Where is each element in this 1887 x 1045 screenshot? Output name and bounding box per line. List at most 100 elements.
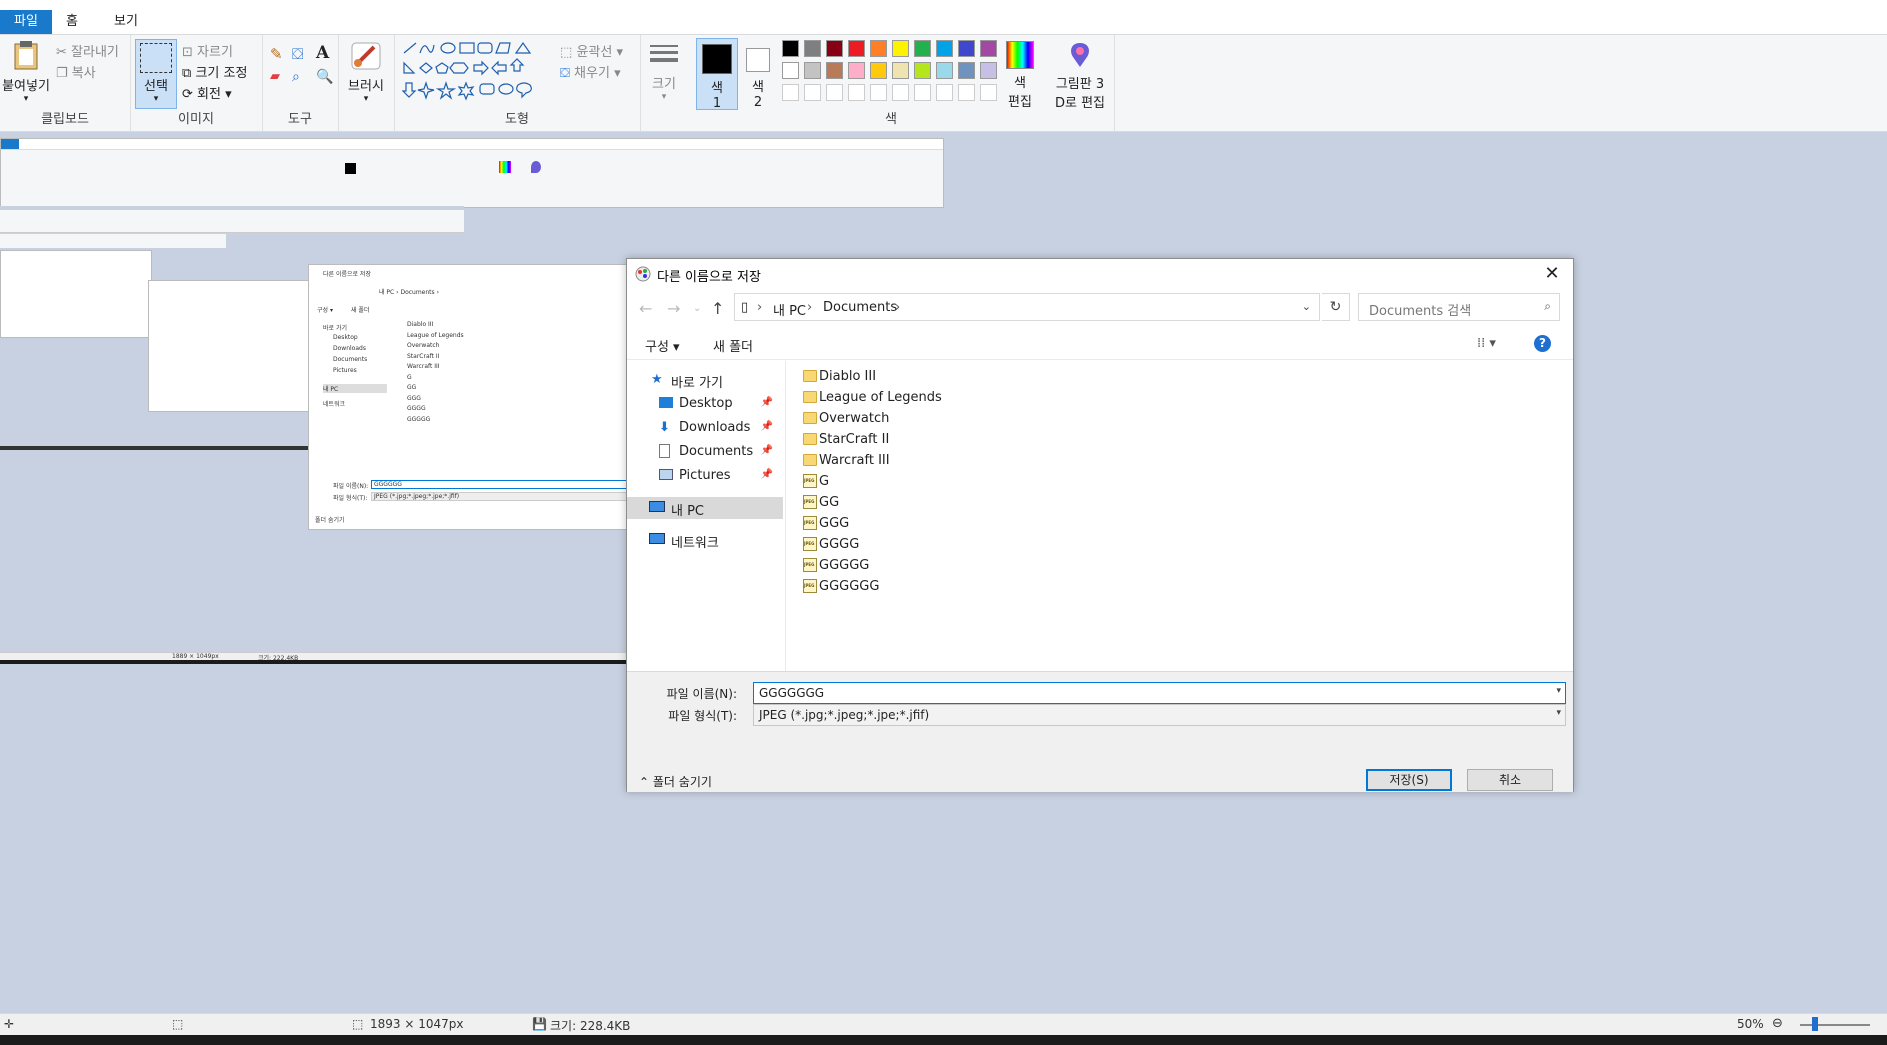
pin-icon[interactable]: 📌 xyxy=(761,397,773,408)
view-options-button[interactable]: ⁞⁞ ▾ xyxy=(1477,336,1496,351)
fill-button[interactable]: ⛋ 채우기 ▾ xyxy=(560,62,621,81)
palette-swatch[interactable] xyxy=(958,62,975,79)
zoom-slider[interactable] xyxy=(1800,1024,1870,1026)
crop-label: 자르기 xyxy=(197,45,233,60)
shapes-gallery[interactable] xyxy=(402,41,552,103)
palette-swatch[interactable] xyxy=(914,62,931,79)
copy-button[interactable]: ❐ 복사 xyxy=(56,62,96,81)
palette-swatch[interactable] xyxy=(936,40,953,57)
custom-color-swatch[interactable] xyxy=(892,84,909,101)
star-icon: ★ xyxy=(651,372,663,387)
hide-folders-button[interactable]: ⌃ 폴더 숨기기 xyxy=(639,773,712,790)
tab-view[interactable]: 보기 xyxy=(100,10,152,34)
nav-label: Desktop xyxy=(679,396,733,411)
rotate-button[interactable]: ⟳ 회전 ▾ xyxy=(182,83,232,102)
pin-icon[interactable]: 📌 xyxy=(761,445,773,456)
dialog-title-bar[interactable]: 다른 이름으로 저장 ✕ xyxy=(627,259,1573,289)
pencil-icon[interactable]: ✎ xyxy=(270,45,283,63)
brushes-button[interactable]: 브러시 ▾ xyxy=(346,41,386,104)
nav-desktop[interactable]: Desktop 📌 xyxy=(627,393,783,415)
filename-input[interactable]: GGGGGGG ▾ xyxy=(753,682,1566,704)
custom-color-swatch[interactable] xyxy=(936,84,953,101)
custom-color-swatch[interactable] xyxy=(826,84,843,101)
edit-colors-button[interactable]: 색 편집 xyxy=(1004,41,1036,110)
palette-swatch[interactable] xyxy=(980,40,997,57)
chevron-down-icon[interactable]: ▾ xyxy=(1556,686,1561,696)
nav-label: 바로 가기 xyxy=(671,376,723,391)
eraser-icon[interactable]: ▰ xyxy=(270,69,280,84)
custom-color-swatch[interactable] xyxy=(848,84,865,101)
color1-button[interactable]: 색 1 xyxy=(696,38,738,111)
custom-color-swatch[interactable] xyxy=(958,84,975,101)
resize-button[interactable]: ⧉ 크기 조정 xyxy=(182,62,247,81)
zoom-out-icon[interactable]: ⊖ xyxy=(1772,1016,1783,1031)
cancel-button[interactable]: 취소 xyxy=(1467,769,1553,791)
zoom-slider-thumb[interactable] xyxy=(1812,1017,1818,1031)
select-button[interactable]: 선택 ▾ xyxy=(135,39,177,109)
new-folder-button[interactable]: 새 폴더 xyxy=(713,336,753,355)
refresh-button[interactable]: ↻ xyxy=(1322,293,1350,321)
palette-swatch[interactable] xyxy=(936,62,953,79)
nav-quick-access[interactable]: ★ 바로 가기 xyxy=(627,369,783,391)
palette-swatch[interactable] xyxy=(782,62,799,79)
color2-button[interactable]: 색 2 xyxy=(740,38,776,110)
nav-downloads[interactable]: ⬇ Downloads 📌 xyxy=(627,417,783,439)
breadcrumb-my-pc[interactable]: 내 PC xyxy=(773,300,806,319)
filetype-select[interactable]: JPEG (*.jpg;*.jpeg;*.jpe;*.jfif) ▾ xyxy=(753,704,1566,726)
crop-button[interactable]: ⊡ 자르기 xyxy=(182,41,233,60)
tab-home[interactable]: 홈 xyxy=(52,10,92,34)
address-bar[interactable]: ▯ › 내 PC › Documents › ⌄ xyxy=(734,293,1320,321)
fill-bucket-icon[interactable]: ⛋ xyxy=(292,45,303,63)
custom-color-swatch[interactable] xyxy=(914,84,931,101)
palette-swatch[interactable] xyxy=(826,40,843,57)
pin-icon[interactable]: 📌 xyxy=(761,469,773,480)
custom-color-swatch[interactable] xyxy=(782,84,799,101)
save-button[interactable]: 저장(S) xyxy=(1366,769,1452,791)
custom-color-swatch[interactable] xyxy=(980,84,997,101)
up-arrow-icon[interactable]: ↑ xyxy=(711,299,724,318)
address-dropdown-icon[interactable]: ⌄ xyxy=(1302,300,1311,313)
search-placeholder: Documents 검색 xyxy=(1369,304,1472,319)
palette-swatch[interactable] xyxy=(914,40,931,57)
nav-pictures[interactable]: Pictures 📌 xyxy=(627,465,783,487)
text-icon[interactable]: A xyxy=(316,43,329,63)
organize-button[interactable]: 구성 ▾ xyxy=(645,336,680,355)
custom-color-swatch[interactable] xyxy=(804,84,821,101)
paste-button[interactable]: 붙여넣기 ▾ xyxy=(0,39,52,104)
search-box[interactable]: Documents 검색 ⌕ xyxy=(1358,293,1560,321)
help-icon[interactable]: ? xyxy=(1534,335,1551,352)
palette-swatch[interactable] xyxy=(804,40,821,57)
palette-swatch[interactable] xyxy=(848,62,865,79)
palette-swatch[interactable] xyxy=(848,40,865,57)
pin-icon[interactable]: 📌 xyxy=(761,421,773,432)
magnifier-icon[interactable]: 🔍 xyxy=(316,69,333,85)
tab-file[interactable]: 파일 xyxy=(0,10,52,34)
palette-swatch[interactable] xyxy=(892,40,909,57)
palette-swatch[interactable] xyxy=(870,40,887,57)
back-arrow-icon[interactable]: ← xyxy=(639,299,652,318)
palette-swatch[interactable] xyxy=(826,62,843,79)
custom-color-swatch[interactable] xyxy=(870,84,887,101)
palette-swatch[interactable] xyxy=(804,62,821,79)
cut-button[interactable]: ✂ 잘라내기 xyxy=(56,41,119,60)
title-bar xyxy=(0,0,1887,10)
paint3d-button[interactable]: 그림판 3 D로 편집 xyxy=(1050,41,1110,111)
palette-swatch[interactable] xyxy=(870,62,887,79)
palette-swatch[interactable] xyxy=(892,62,909,79)
palette-swatch[interactable] xyxy=(980,62,997,79)
color-picker-icon[interactable]: ⌕ xyxy=(292,69,300,85)
color1-label: 색 xyxy=(711,81,723,96)
color2-swatch xyxy=(746,48,770,72)
breadcrumb-documents[interactable]: Documents xyxy=(823,300,897,315)
forward-arrow-icon[interactable]: → xyxy=(667,299,680,318)
nav-documents[interactable]: Documents 📌 xyxy=(627,441,783,463)
nested-nav-item: Pictures xyxy=(333,367,357,374)
outline-button[interactable]: ⬚ 윤곽선 ▾ xyxy=(560,41,623,60)
size-button[interactable]: 크기 ▾ xyxy=(644,43,684,102)
close-button[interactable]: ✕ xyxy=(1541,263,1563,284)
palette-swatch[interactable] xyxy=(958,40,975,57)
nav-network[interactable]: 네트워크 xyxy=(627,529,783,551)
nav-this-pc[interactable]: 내 PC xyxy=(627,497,783,519)
palette-swatch[interactable] xyxy=(782,40,799,57)
recent-dropdown-icon[interactable]: ⌄ xyxy=(693,303,701,314)
